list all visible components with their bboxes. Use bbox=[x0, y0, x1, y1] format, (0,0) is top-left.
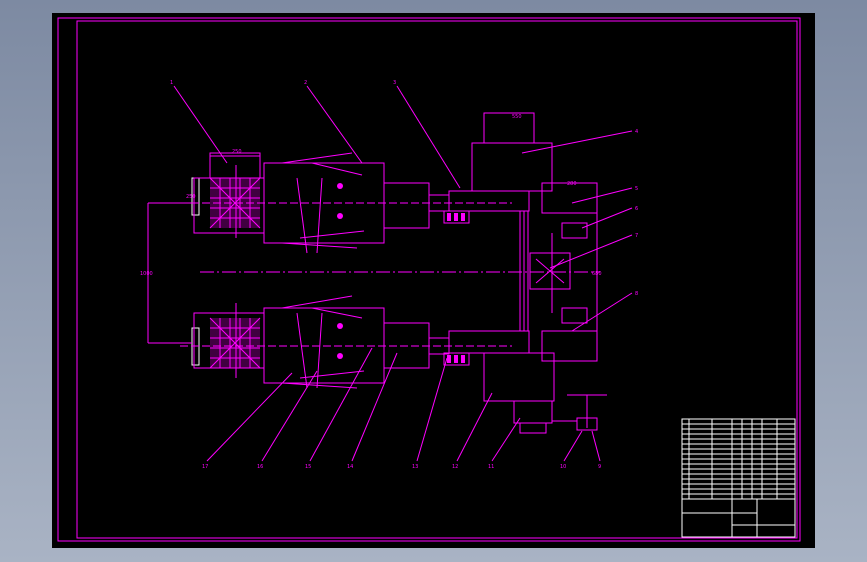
part-numbers: 1 2 3 4 5 6 7 8 17 16 15 14 13 12 11 10 … bbox=[170, 80, 638, 470]
upper-gripper-assembly bbox=[180, 112, 598, 254]
part-number-13: 13 bbox=[412, 464, 418, 470]
part-number-10: 10 bbox=[560, 464, 566, 470]
part-number-6: 6 bbox=[635, 206, 638, 212]
dim-upper-offset: 250 bbox=[186, 194, 196, 200]
part-number-9: 9 bbox=[598, 464, 601, 470]
dim-vertical: 1000 bbox=[140, 271, 153, 277]
lower-gripper-assembly bbox=[180, 295, 598, 402]
parts-list-table bbox=[681, 418, 796, 500]
base-mechanism bbox=[513, 394, 607, 434]
part-number-7: 7 bbox=[635, 233, 638, 239]
part-number-15: 15 bbox=[305, 464, 311, 470]
part-number-12: 12 bbox=[452, 464, 458, 470]
part-number-17: 17 bbox=[202, 464, 208, 470]
part-number-5: 5 bbox=[635, 186, 638, 192]
part-number-4: 4 bbox=[635, 129, 638, 135]
part-number-14: 14 bbox=[347, 464, 353, 470]
dim-top-block: 550 bbox=[512, 114, 522, 120]
dim-right-width: 280 bbox=[567, 181, 577, 187]
cad-drawing-viewport[interactable]: 250 250 280 1000 680 550 1 2 3 4 5 6 7 8… bbox=[52, 13, 815, 548]
part-number-3: 3 bbox=[393, 80, 396, 86]
leader-lines bbox=[173, 85, 633, 462]
part-number-16: 16 bbox=[257, 464, 263, 470]
dim-upper-width: 250 bbox=[232, 149, 242, 155]
part-number-11: 11 bbox=[488, 464, 494, 470]
mechanical-assembly-drawing: 250 250 280 1000 680 550 1 2 3 4 5 6 7 8… bbox=[57, 17, 801, 542]
part-number-8: 8 bbox=[635, 291, 638, 297]
dim-right-height: 680 bbox=[592, 271, 602, 277]
part-number-2: 2 bbox=[304, 80, 307, 86]
part-number-1: 1 bbox=[170, 80, 173, 86]
title-block bbox=[681, 498, 796, 538]
